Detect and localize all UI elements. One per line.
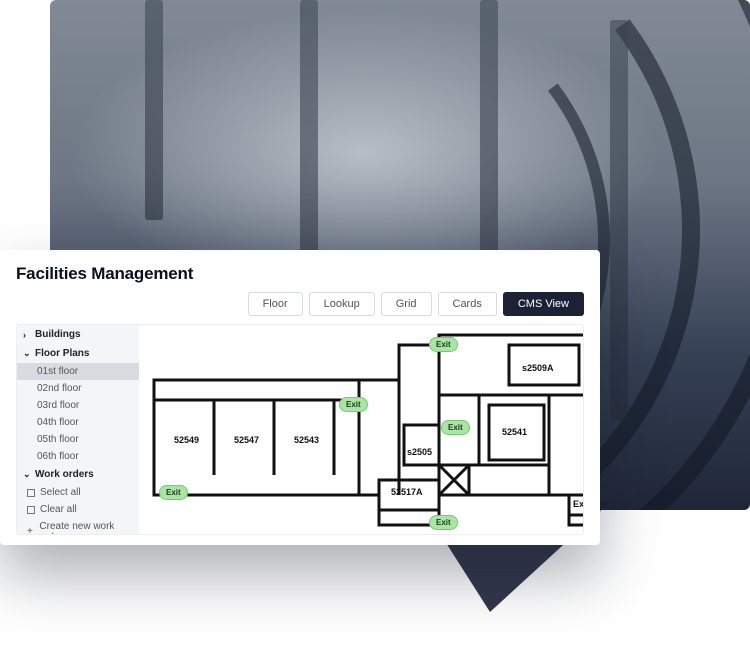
sidebar-section-workorders[interactable]: ⌄ Work orders [17, 465, 139, 484]
tab-grid[interactable]: Grid [381, 292, 432, 316]
app-window: Facilities Management Floor Lookup Grid … [0, 250, 600, 545]
view-tabs: Floor Lookup Grid Cards CMS View [16, 292, 584, 316]
action-clear-all[interactable]: Clear all [17, 501, 139, 518]
page-title: Facilities Management [16, 264, 584, 284]
room-label: 52547 [234, 435, 259, 445]
exit-text-label: Exit [573, 499, 583, 509]
square-icon [27, 506, 35, 514]
room-label: 52517A [391, 487, 423, 497]
sidebar-item-floor-02[interactable]: 02nd floor [17, 380, 139, 397]
sidebar-item-floor-05[interactable]: 05th floor [17, 431, 139, 448]
sidebar-item-floor-04[interactable]: 04th floor [17, 414, 139, 431]
sidebar: › Buildings ⌄ Floor Plans 01st floor 02n… [17, 325, 139, 534]
square-icon [27, 489, 35, 497]
content-area: › Buildings ⌄ Floor Plans 01st floor 02n… [16, 324, 584, 535]
exit-badge: Exit [339, 397, 368, 412]
room-label: s2505 [407, 447, 432, 457]
sidebar-item-floor-06[interactable]: 06th floor [17, 448, 139, 465]
sidebar-item-floor-01[interactable]: 01st floor [17, 363, 139, 380]
room-label: 52543 [294, 435, 319, 445]
sidebar-label: Buildings [35, 329, 81, 340]
room-label: s2509A [522, 363, 554, 373]
tab-floor[interactable]: Floor [248, 292, 303, 316]
sidebar-label: Floor Plans [35, 348, 89, 359]
chevron-down-icon: ⌄ [23, 469, 31, 480]
action-create-work-order[interactable]: + Create new work order [17, 518, 139, 534]
chevron-right-icon: › [23, 330, 31, 340]
action-label: Create new work order [39, 521, 133, 534]
tab-lookup[interactable]: Lookup [309, 292, 375, 316]
sidebar-section-floorplans[interactable]: ⌄ Floor Plans [17, 344, 139, 363]
sidebar-item-floor-03[interactable]: 03rd floor [17, 397, 139, 414]
room-label: 52549 [174, 435, 199, 445]
action-select-all[interactable]: Select all [17, 484, 139, 501]
plus-icon: + [27, 528, 34, 534]
sidebar-label: Work orders [35, 469, 94, 480]
exit-badge: Exit [429, 337, 458, 352]
tab-cards[interactable]: Cards [438, 292, 497, 316]
exit-badge: Exit [159, 485, 188, 500]
tab-cms-view[interactable]: CMS View [503, 292, 584, 316]
action-label: Clear all [40, 504, 77, 515]
exit-badge: Exit [429, 515, 458, 530]
action-label: Select all [40, 487, 81, 498]
floorplan-canvas[interactable]: 52549 52547 52543 s2505 52517A 52541 s25… [139, 325, 583, 534]
exit-badge: Exit [441, 420, 470, 435]
chevron-down-icon: ⌄ [23, 348, 31, 359]
room-label: 52541 [502, 427, 527, 437]
sidebar-section-buildings[interactable]: › Buildings [17, 325, 139, 344]
